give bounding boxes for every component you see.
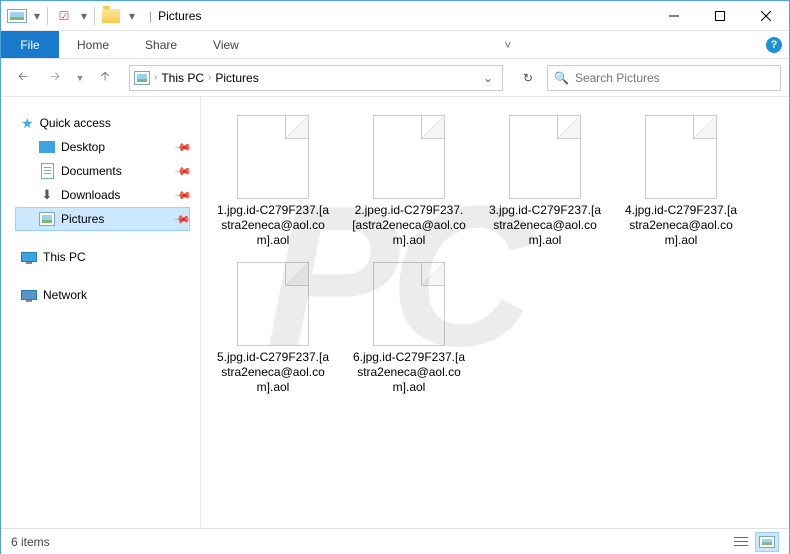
sidebar-label: This PC xyxy=(43,250,86,264)
desktop-icon xyxy=(39,141,55,153)
file-icon xyxy=(645,115,717,199)
file-name: 5.jpg.id-C279F237.[astra2eneca@aol.com].… xyxy=(215,350,331,395)
refresh-button[interactable]: ↻ xyxy=(513,65,543,91)
sidebar-quick-access[interactable]: ★ Quick access xyxy=(15,111,190,135)
file-item[interactable]: 3.jpg.id-C279F237.[astra2eneca@aol.com].… xyxy=(483,111,607,252)
ribbon: File Home Share View ˅ ? xyxy=(1,31,789,59)
recent-dropdown[interactable]: ▼ xyxy=(73,64,87,92)
title-bar: ▾ ☑ ▾ ▾ | Pictures xyxy=(1,1,789,31)
status-bar: 6 items xyxy=(1,528,789,554)
thumbnails-view-button[interactable] xyxy=(755,532,779,552)
minimize-button[interactable] xyxy=(651,1,697,31)
details-view-button[interactable] xyxy=(729,532,753,552)
sidebar-item-pictures[interactable]: Pictures 📌 xyxy=(15,207,190,231)
expand-ribbon-icon[interactable]: ˅ xyxy=(493,31,523,58)
sidebar-item-documents[interactable]: Documents 📌 xyxy=(15,159,190,183)
close-button[interactable] xyxy=(743,1,789,31)
sidebar-network[interactable]: Network xyxy=(15,283,190,307)
pc-icon xyxy=(21,249,37,265)
file-tab[interactable]: File xyxy=(1,31,59,58)
title-separator: | xyxy=(149,9,152,23)
sidebar-item-label: Downloads xyxy=(61,188,120,202)
pin-icon: 📌 xyxy=(174,162,193,181)
file-item[interactable]: 4.jpg.id-C279F237.[astra2eneca@aol.com].… xyxy=(619,111,743,252)
help-icon[interactable]: ? xyxy=(759,31,789,58)
file-item[interactable]: 6.jpg.id-C279F237.[astra2eneca@aol.com].… xyxy=(347,258,471,399)
address-bar[interactable]: › This PC › Pictures ⌄ xyxy=(129,65,503,91)
separator xyxy=(47,7,48,25)
network-icon xyxy=(21,287,37,303)
search-input[interactable] xyxy=(575,71,774,85)
file-icon xyxy=(237,262,309,346)
file-list[interactable]: 1.jpg.id-C279F237.[astra2eneca@aol.com].… xyxy=(201,97,789,528)
address-dropdown[interactable]: ⌄ xyxy=(478,71,498,85)
tab-view[interactable]: View xyxy=(195,31,257,58)
navigation-pane: ★ Quick access Desktop 📌 Documents 📌 ⬇ D… xyxy=(1,97,201,528)
sidebar-item-label: Desktop xyxy=(61,140,105,154)
search-icon: 🔍 xyxy=(554,71,569,85)
file-name: 2.jpeg.id-C279F237.[astra2eneca@aol.com]… xyxy=(351,203,467,248)
up-button[interactable]: 🡡 xyxy=(91,64,119,92)
file-name: 6.jpg.id-C279F237.[astra2eneca@aol.com].… xyxy=(351,350,467,395)
file-item[interactable]: 2.jpeg.id-C279F237.[astra2eneca@aol.com]… xyxy=(347,111,471,252)
file-name: 1.jpg.id-C279F237.[astra2eneca@aol.com].… xyxy=(215,203,331,248)
file-icon xyxy=(373,262,445,346)
file-name: 4.jpg.id-C279F237.[astra2eneca@aol.com].… xyxy=(623,203,739,248)
sidebar-item-desktop[interactable]: Desktop 📌 xyxy=(15,135,190,159)
document-icon xyxy=(39,163,55,179)
window-title: Pictures xyxy=(158,9,201,23)
breadcrumb-pictures[interactable]: Pictures xyxy=(215,71,258,85)
star-icon: ★ xyxy=(21,115,34,132)
app-icon[interactable] xyxy=(5,5,29,27)
sidebar-item-label: Pictures xyxy=(61,212,104,226)
file-icon xyxy=(237,115,309,199)
breadcrumb-thispc[interactable]: This PC xyxy=(161,71,204,85)
chevron-right-icon[interactable]: › xyxy=(208,72,211,83)
sidebar-item-downloads[interactable]: ⬇ Downloads 📌 xyxy=(15,183,190,207)
pin-icon: 📌 xyxy=(173,210,192,229)
pictures-icon xyxy=(39,211,55,227)
back-button[interactable]: 🡠 xyxy=(9,64,37,92)
file-item[interactable]: 5.jpg.id-C279F237.[astra2eneca@aol.com].… xyxy=(211,258,335,399)
maximize-button[interactable] xyxy=(697,1,743,31)
sidebar-item-label: Documents xyxy=(61,164,122,178)
sidebar-label: Quick access xyxy=(40,116,111,130)
sidebar-this-pc[interactable]: This PC xyxy=(15,245,190,269)
tab-share[interactable]: Share xyxy=(127,31,195,58)
tab-home[interactable]: Home xyxy=(59,31,127,58)
pin-icon: 📌 xyxy=(174,186,193,205)
qat-dropdown-icon[interactable]: ▾ xyxy=(78,5,90,27)
nav-bar: 🡠 🡢 ▼ 🡡 › This PC › Pictures ⌄ ↻ 🔍 xyxy=(1,59,789,97)
file-item[interactable]: 1.jpg.id-C279F237.[astra2eneca@aol.com].… xyxy=(211,111,335,252)
pictures-icon xyxy=(134,70,150,86)
file-icon xyxy=(509,115,581,199)
properties-icon[interactable]: ☑ xyxy=(52,5,76,27)
quick-access-toolbar: ▾ ☑ ▾ ▾ xyxy=(1,5,143,27)
download-icon: ⬇ xyxy=(39,187,55,203)
folder-icon[interactable] xyxy=(99,5,123,27)
item-count: 6 items xyxy=(11,535,50,549)
forward-button[interactable]: 🡢 xyxy=(41,64,69,92)
separator xyxy=(94,7,95,25)
file-name: 3.jpg.id-C279F237.[astra2eneca@aol.com].… xyxy=(487,203,603,248)
search-box[interactable]: 🔍 xyxy=(547,65,781,91)
file-icon xyxy=(373,115,445,199)
sidebar-label: Network xyxy=(43,288,87,302)
chevron-right-icon[interactable]: › xyxy=(154,72,157,83)
qat-dropdown-icon[interactable]: ▾ xyxy=(31,5,43,27)
pin-icon: 📌 xyxy=(174,138,193,157)
chevron-down-icon[interactable]: ▾ xyxy=(125,5,139,27)
